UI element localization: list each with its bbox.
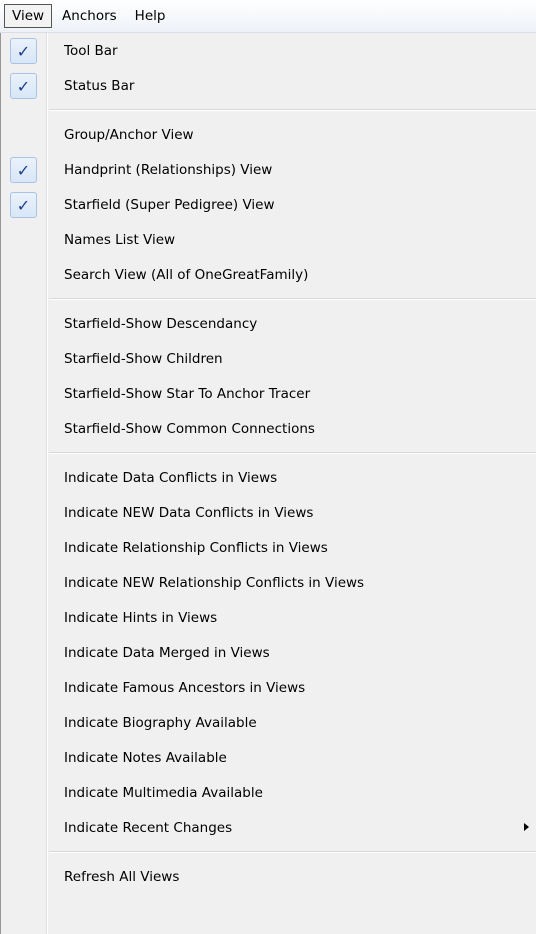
submenu-arrow-icon [524, 823, 529, 831]
menu-item-label: Status Bar [64, 77, 135, 94]
menu-item-label: Handprint (Relationships) View [64, 161, 273, 178]
menu-item-label: Indicate Multimedia Available [64, 784, 263, 801]
menu-item-label: Starfield-Show Descendancy [64, 315, 258, 332]
menu-item-label: Indicate Biography Available [64, 714, 257, 731]
menu-item-label: Indicate Data Conflicts in Views [64, 469, 278, 486]
menu-item-label: Indicate Notes Available [64, 749, 227, 766]
menu-item-starfield-super-pedigree-view[interactable]: ✓ Starfield (Super Pedigree) View [1, 187, 536, 222]
menu-item-indicate-multimedia-available[interactable]: Indicate Multimedia Available [1, 775, 536, 810]
menu-item-label: Indicate NEW Data Conflicts in Views [64, 504, 314, 521]
menu-item-starfield-show-descendancy[interactable]: Starfield-Show Descendancy [1, 306, 536, 341]
menu-item-label: Indicate NEW Relationship Conflicts in V… [64, 574, 365, 591]
menu-item-indicate-new-data-conflicts-in-views[interactable]: Indicate NEW Data Conflicts in Views [1, 495, 536, 530]
menu-item-label: Starfield-Show Star To Anchor Tracer [64, 385, 311, 402]
menu-item-indicate-data-conflicts-in-views[interactable]: Indicate Data Conflicts in Views [1, 460, 536, 495]
menu-item-starfield-show-children[interactable]: Starfield-Show Children [1, 341, 536, 376]
menu-item-label: Names List View [64, 231, 176, 248]
checkmark-icon: ✓ [10, 38, 37, 64]
menu-help[interactable]: Help [127, 4, 174, 28]
menu-item-group-anchor-view[interactable]: Group/Anchor View [1, 117, 536, 152]
menu-item-indicate-data-merged-in-views[interactable]: Indicate Data Merged in Views [1, 635, 536, 670]
menu-item-label: Search View (All of OneGreatFamily) [64, 266, 309, 283]
menu-item-label: Starfield (Super Pedigree) View [64, 196, 275, 213]
menu-item-label: Indicate Relationship Conflicts in Views [64, 539, 328, 556]
view-dropdown-menu: ✓ Tool Bar ✓ Status Bar Group/Anchor View ✓ Ha… [0, 33, 536, 934]
menu-item-indicate-new-relationship-conflicts-in-views[interactable]: Indicate NEW Relationship Conflicts in V… [1, 565, 536, 600]
menu-item-label: Starfield-Show Children [64, 350, 223, 367]
menu-item-tool-bar[interactable]: ✓ Tool Bar [1, 33, 536, 68]
menu-bar: View Anchors Help [0, 0, 536, 33]
menu-item-label: Indicate Hints in Views [64, 609, 218, 626]
menu-item-indicate-notes-available[interactable]: Indicate Notes Available [1, 740, 536, 775]
separator-line [49, 452, 536, 454]
checkmark-icon: ✓ [10, 73, 37, 99]
menu-item-indicate-hints-in-views[interactable]: Indicate Hints in Views [1, 600, 536, 635]
menu-separator [1, 292, 536, 306]
menu-item-label: Group/Anchor View [64, 126, 194, 143]
menu-item-handprint-relationships-view[interactable]: ✓ Handprint (Relationships) View [1, 152, 536, 187]
menu-separator [1, 446, 536, 460]
separator-line [49, 851, 536, 853]
menu-anchors[interactable]: Anchors [54, 4, 125, 28]
menu-item-names-list-view[interactable]: Names List View [1, 222, 536, 257]
separator-line [49, 298, 536, 300]
menu-item-indicate-famous-ancestors-in-views[interactable]: Indicate Famous Ancestors in Views [1, 670, 536, 705]
menu-item-label: Indicate Data Merged in Views [64, 644, 270, 661]
menu-item-indicate-relationship-conflicts-in-views[interactable]: Indicate Relationship Conflicts in Views [1, 530, 536, 565]
menu-items: ✓ Tool Bar ✓ Status Bar Group/Anchor View ✓ Ha… [1, 33, 536, 894]
checkmark-icon: ✓ [10, 157, 37, 183]
menu-item-label: Refresh All Views [64, 868, 180, 885]
menu-item-search-view-all-of-onegreatfamily[interactable]: Search View (All of OneGreatFamily) [1, 257, 536, 292]
menu-item-label: Tool Bar [64, 42, 118, 59]
menu-item-status-bar[interactable]: ✓ Status Bar [1, 68, 536, 103]
checkmark-icon: ✓ [10, 192, 37, 218]
menu-item-label: Starfield-Show Common Connections [64, 420, 315, 437]
menu-item-indicate-biography-available[interactable]: Indicate Biography Available [1, 705, 536, 740]
separator-line [49, 109, 536, 111]
menu-item-indicate-recent-changes[interactable]: Indicate Recent Changes [1, 810, 536, 845]
menu-item-refresh-all-views[interactable]: Refresh All Views [1, 859, 536, 894]
menu-separator [1, 103, 536, 117]
menu-view[interactable]: View [4, 4, 53, 28]
menu-item-starfield-show-common-connections[interactable]: Starfield-Show Common Connections [1, 411, 536, 446]
menu-item-label: Indicate Famous Ancestors in Views [64, 679, 306, 696]
menu-item-starfield-show-star-to-anchor-tracer[interactable]: Starfield-Show Star To Anchor Tracer [1, 376, 536, 411]
menu-item-label: Indicate Recent Changes [64, 819, 233, 836]
menu-separator [1, 845, 536, 859]
